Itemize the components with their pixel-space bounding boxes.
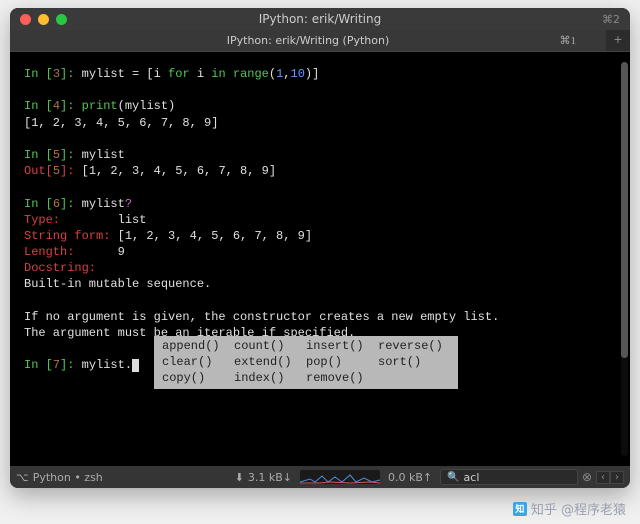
tab-shortcut: ⌘1 [560,34,577,47]
completion-item[interactable]: copy() [162,370,234,386]
help-stringform: String form: [1, 2, 3, 4, 5, 6, 7, 8, 9] [24,228,616,244]
window-controls [20,14,67,25]
minimize-icon[interactable] [38,14,49,25]
completion-item[interactable]: index() [234,370,306,386]
status-down-icon: ⬇ [235,471,244,484]
cell-out-5: Out[5]: [1, 2, 3, 4, 5, 6, 7, 8, 9] [24,163,616,179]
completion-item[interactable]: pop() [306,354,378,370]
search-input[interactable] [464,471,524,484]
cell-in-3: In [3]: mylist = [i for i in range(1,10)… [24,66,616,82]
watermark: 知 知乎 @程序老猿 [513,499,626,518]
cursor [132,359,139,372]
help-docstring-label: Docstring: [24,260,616,276]
tabbar: IPython: erik/Writing (Python) ⌘1 + [10,30,630,52]
cell-in-5: In [5]: mylist [24,147,616,163]
completion-item[interactable] [378,370,450,386]
terminal-window: IPython: erik/Writing ⌘2 IPython: erik/W… [10,8,630,488]
statusbar: ⌥ Python • zsh ⬇ 3.1 kB↓ 0.0 kB↑ 🔍 ⊗ ‹ › [10,466,630,488]
cell-out-4: [1, 2, 3, 4, 5, 6, 7, 8, 9] [24,115,616,131]
close-icon[interactable] [20,14,31,25]
clear-search-icon[interactable]: ⊗ [582,470,592,484]
completion-popup[interactable]: append() count() insert() reverse() clea… [154,336,458,389]
help-doc-1: Built-in mutable sequence. [24,276,616,292]
completion-item[interactable]: append() [162,338,234,354]
completion-row: append() count() insert() reverse() [162,338,450,354]
window-shortcut: ⌘2 [602,13,620,26]
window-title: IPython: erik/Writing [259,12,382,26]
completion-item[interactable]: sort() [378,354,450,370]
status-down: 3.1 kB↓ [248,471,292,484]
terminal-body[interactable]: In [3]: mylist = [i for i in range(1,10)… [10,52,630,466]
tab-label: IPython: erik/Writing (Python) [227,34,390,47]
completion-item[interactable]: count() [234,338,306,354]
completion-item[interactable]: remove() [306,370,378,386]
search-nav: ‹ › [596,471,624,484]
new-tab-button[interactable]: + [606,30,630,51]
help-length: Length: 9 [24,244,616,260]
branch-icon: ⌥ [16,471,29,484]
search-icon: 🔍 [447,472,459,483]
cell-in-6: In [6]: mylist? [24,196,616,212]
cell-in-4: In [4]: print(mylist) [24,98,616,114]
status-process[interactable]: ⌥ Python • zsh [16,471,103,484]
network-graph [300,470,380,484]
status-up: 0.0 kB↑ [388,471,432,484]
completion-item[interactable]: extend() [234,354,306,370]
tab-ipython[interactable]: IPython: erik/Writing (Python) ⌘1 [10,30,606,51]
completion-item[interactable]: insert() [306,338,378,354]
completion-row: copy() index() remove() [162,370,450,386]
scrollbar[interactable] [621,62,628,456]
search-next-button[interactable]: › [610,471,624,484]
help-doc-2: If no argument is given, the constructor… [24,309,616,325]
search-field[interactable]: 🔍 [440,469,578,485]
zoom-icon[interactable] [56,14,67,25]
titlebar: IPython: erik/Writing ⌘2 [10,8,630,30]
help-type: Type: list [24,212,616,228]
completion-item[interactable]: reverse() [378,338,450,354]
zhihu-logo-icon: 知 [513,502,527,516]
search-prev-button[interactable]: ‹ [596,471,610,484]
completion-row: clear() extend() pop() sort() [162,354,450,370]
completion-item[interactable]: clear() [162,354,234,370]
scroll-thumb[interactable] [621,62,628,358]
